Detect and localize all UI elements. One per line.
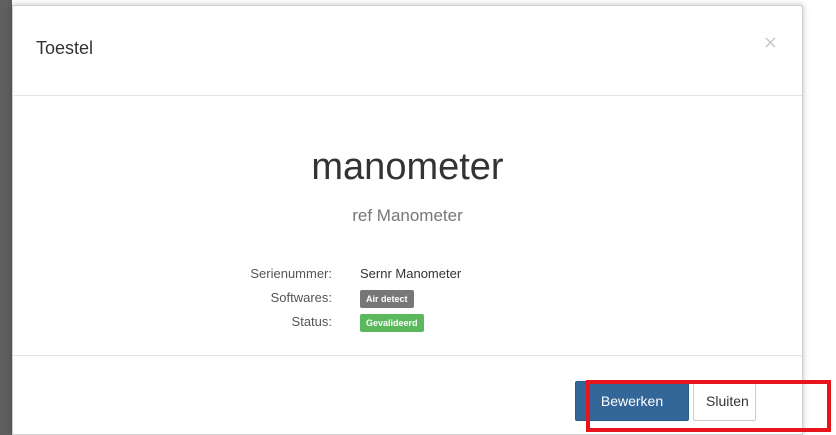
device-modal: Toestel × manometer ref Manometer Serien… bbox=[12, 5, 803, 435]
close-button[interactable]: Sluiten bbox=[693, 381, 756, 421]
serial-value: Sernr Manometer bbox=[360, 266, 462, 281]
softwares-value: Air detect bbox=[360, 290, 414, 308]
serial-row: Serienummer: Sernr Manometer bbox=[13, 266, 802, 290]
modal-backdrop bbox=[0, 0, 12, 435]
device-reference: ref Manometer bbox=[352, 206, 463, 225]
modal-header: Toestel × bbox=[13, 6, 802, 96]
modal-title: Toestel bbox=[36, 38, 94, 58]
screen: Toestel × manometer ref Manometer Serien… bbox=[0, 0, 836, 435]
status-badge: Gevalideerd bbox=[360, 314, 424, 332]
close-icon[interactable]: × bbox=[763, 34, 778, 52]
status-row: Status: Gevalideerd bbox=[13, 314, 802, 338]
software-badge: Air detect bbox=[360, 290, 414, 308]
edit-button[interactable]: Bewerken bbox=[575, 381, 689, 421]
serial-label: Serienummer: bbox=[250, 266, 332, 281]
modal-footer: Bewerken Sluiten bbox=[13, 356, 802, 434]
status-value: Gevalideerd bbox=[360, 314, 424, 332]
modal-body: manometer ref Manometer Serienummer: Ser… bbox=[13, 96, 802, 356]
device-details: Serienummer: Sernr Manometer Softwares: … bbox=[13, 266, 802, 338]
softwares-label: Softwares: bbox=[270, 290, 332, 305]
device-name: manometer bbox=[311, 146, 504, 188]
softwares-row: Softwares: Air detect bbox=[13, 290, 802, 314]
status-label: Status: bbox=[291, 314, 332, 329]
